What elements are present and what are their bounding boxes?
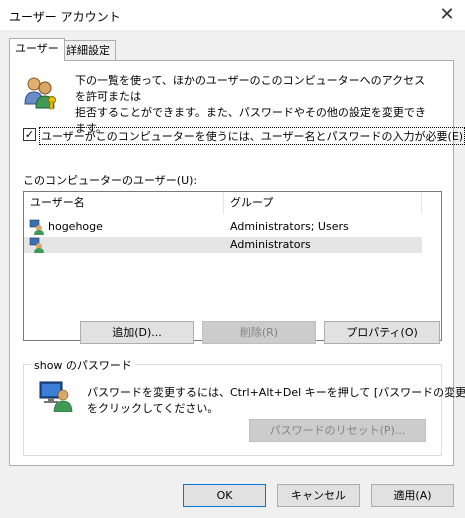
require-login-checkbox[interactable]: ✓ bbox=[23, 128, 36, 141]
remove-user-button[interactable]: 削除(R) bbox=[202, 321, 316, 344]
cancel-button[interactable]: キャンセル bbox=[277, 484, 360, 507]
computer-user-icon bbox=[39, 381, 73, 412]
reset-password-button[interactable]: パスワードのリセット(P)... bbox=[249, 419, 426, 442]
description-line-1: 下の一覧を使って、ほかのユーザーのこのコンピューターへのアクセスを許可または bbox=[75, 74, 426, 103]
users-list[interactable]: ユーザー名 グループ hogehoge Administrators; User… bbox=[23, 191, 442, 341]
column-header-username[interactable]: ユーザー名 bbox=[24, 192, 224, 214]
password-info-line-1: パスワードを変更するには、Ctrl+Alt+Del キーを押して [パスワードの… bbox=[87, 386, 465, 399]
password-info: パスワードを変更するには、Ctrl+Alt+Del キーを押して [パスワードの… bbox=[87, 385, 465, 417]
password-group-title: show のパスワード bbox=[31, 357, 135, 373]
users-icon bbox=[24, 77, 56, 110]
tab-users[interactable]: ユーザー bbox=[9, 38, 65, 61]
user-group: Administrators bbox=[230, 238, 311, 251]
close-icon[interactable]: ✕ bbox=[436, 4, 458, 26]
column-header-group[interactable]: グループ bbox=[224, 192, 422, 214]
table-row[interactable]: Administrators bbox=[24, 237, 422, 253]
users-list-label: このコンピューターのユーザー(U): bbox=[23, 174, 198, 187]
require-login-label[interactable]: ユーザーがこのコンピューターを使うには、ユーザー名とパスワードの入力が必要(E) bbox=[39, 127, 465, 145]
apply-button[interactable]: 適用(A) bbox=[371, 484, 454, 507]
user-name: hogehoge bbox=[48, 220, 103, 233]
window-title: ユーザー アカウント bbox=[9, 10, 121, 24]
table-row[interactable]: hogehoge Administrators; Users bbox=[24, 219, 422, 235]
user-icon bbox=[29, 219, 44, 235]
password-info-line-2: をクリックしてください。 bbox=[87, 402, 219, 415]
add-user-button[interactable]: 追加(D)... bbox=[80, 321, 194, 344]
user-icon bbox=[29, 237, 44, 253]
user-group: Administrators; Users bbox=[230, 220, 349, 233]
ok-button[interactable]: OK bbox=[183, 484, 266, 507]
properties-button[interactable]: プロパティ(O) bbox=[324, 321, 440, 344]
tab-advanced[interactable]: 詳細設定 bbox=[60, 40, 116, 60]
